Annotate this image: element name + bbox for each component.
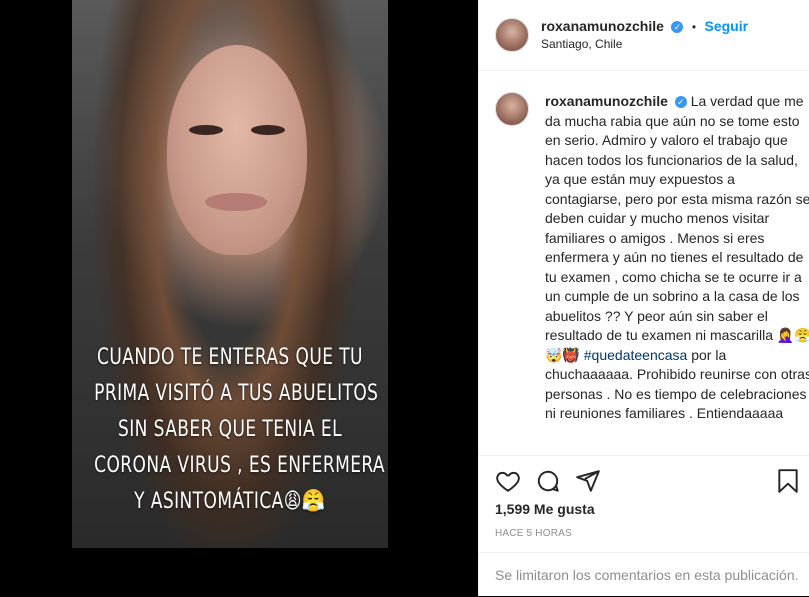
- left-eye: [189, 125, 223, 135]
- likes-count[interactable]: 1,599 Me gusta: [495, 501, 595, 517]
- right-eye: [251, 125, 285, 135]
- media-caption-line: CUANDO TE ENTERAS QUE TU: [97, 345, 363, 370]
- post-media[interactable]: CUANDO TE ENTERAS QUE TU PRIMA VISITÓ A …: [0, 0, 478, 596]
- share-icon[interactable]: [575, 468, 601, 494]
- avatar[interactable]: [495, 18, 529, 52]
- media-caption-line: Y ASINTOMÁTICA😩😤: [134, 489, 326, 514]
- caption-avatar[interactable]: [495, 92, 529, 126]
- action-bar: [479, 455, 809, 493]
- heart-icon[interactable]: [495, 468, 521, 494]
- separator: •: [691, 20, 697, 34]
- media-caption-line: SIN SABER QUE TENIA EL: [117, 417, 343, 442]
- verified-icon: ✓: [674, 96, 687, 109]
- caption-username[interactable]: roxanamunozchile: [545, 93, 668, 109]
- face-shape: [167, 45, 307, 255]
- comment-icon[interactable]: [535, 468, 561, 494]
- lips: [205, 193, 267, 211]
- bookmark-icon[interactable]: [775, 468, 801, 494]
- follow-button[interactable]: Seguir: [704, 18, 748, 34]
- caption-text: La verdad que me da mucha rabia que aún …: [545, 93, 809, 343]
- post-header: roxanamunozchile ✓ • Seguir Santiago, Ch…: [479, 0, 809, 71]
- location-link[interactable]: Santiago, Chile: [541, 37, 622, 51]
- media-caption: CUANDO TE ENTERAS QUE TU PRIMA VISITÓ A …: [72, 340, 388, 520]
- hashtag-link[interactable]: #quedateencasa: [584, 347, 688, 363]
- post-photo: CUANDO TE ENTERAS QUE TU PRIMA VISITÓ A …: [72, 0, 388, 548]
- comments-limited-notice: Se limitaron los comentarios en esta pub…: [495, 567, 799, 583]
- username[interactable]: roxanamunozchile: [541, 18, 664, 34]
- media-caption-line: CORONA VIRUS , ES ENFERMERA: [94, 453, 385, 478]
- post-timestamp[interactable]: HACE 5 HORAS: [495, 528, 572, 539]
- verified-icon: ✓: [671, 20, 684, 33]
- comments-footer: Se limitaron los comentarios en esta pub…: [479, 552, 809, 597]
- caption-text-block: roxanamunozchile ✓ La verdad que me da m…: [545, 92, 809, 424]
- media-caption-line: PRIMA VISITÓ A TUS ABUELITOS: [94, 381, 379, 406]
- post-sidebar: roxanamunozchile ✓ • Seguir Santiago, Ch…: [478, 0, 809, 596]
